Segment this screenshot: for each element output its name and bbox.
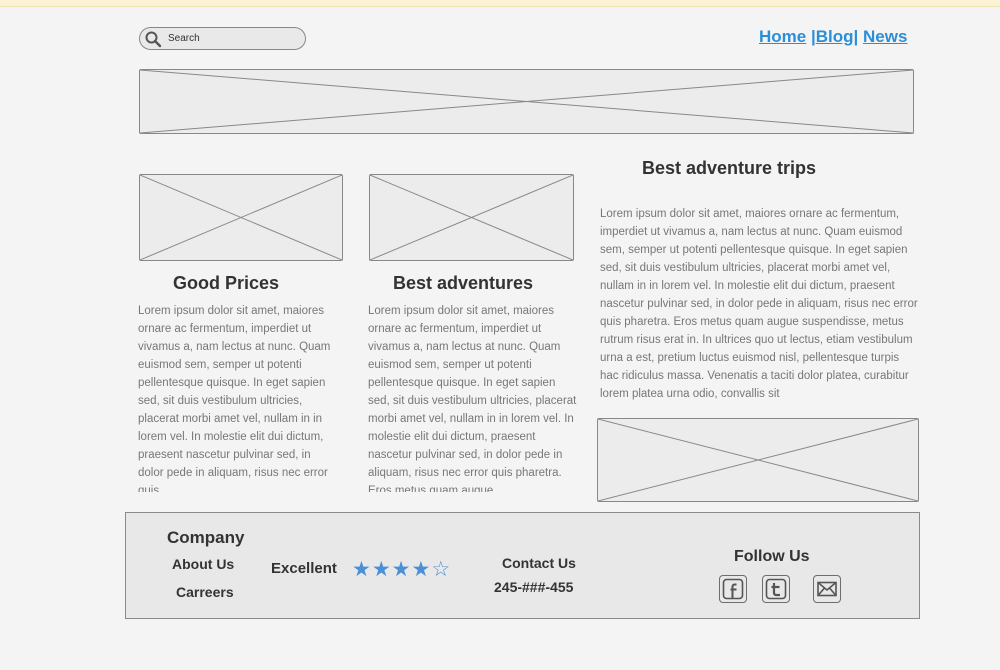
trips-image-placeholder (597, 418, 919, 502)
best-adventure-trips-heading: Best adventure trips (642, 158, 817, 178)
search-input[interactable] (168, 33, 298, 44)
best-adventures-text: Lorem ipsum dolor sit amet, maiores orna… (368, 305, 577, 492)
facebook-icon (722, 578, 744, 600)
nav-blog-link[interactable]: Blog (816, 27, 854, 46)
good-prices-image-placeholder (139, 174, 343, 261)
footer-contact-heading: Contact Us (502, 555, 576, 571)
best-adventures-heading: Best adventures (393, 273, 534, 293)
banner-image-placeholder (139, 69, 914, 134)
star-rating: ★★★★☆ (352, 557, 451, 582)
footer-follow-heading: Follow Us (734, 548, 810, 565)
browser-notification-bar (0, 0, 1000, 7)
twitter-button[interactable] (762, 575, 790, 603)
best-adventures-image-placeholder (369, 174, 574, 261)
footer-company-heading: Company (167, 528, 245, 547)
footer-about-link[interactable]: About Us (172, 556, 234, 572)
rating-label: Excellent (271, 560, 337, 577)
search-box[interactable] (139, 27, 306, 50)
top-nav: Home |Blog| News (759, 27, 907, 47)
good-prices-text: Lorem ipsum dolor sit amet, maiores orna… (138, 305, 331, 492)
facebook-button[interactable] (719, 575, 747, 603)
star-filled-icon: ★★★★ (352, 558, 432, 581)
best-adventure-trips-text: Lorem ipsum dolor sit amet, maiores orna… (600, 208, 918, 400)
star-empty-icon: ☆ (431, 558, 452, 581)
nav-news-link[interactable]: News (863, 27, 907, 46)
nav-separator: | (806, 27, 816, 46)
twitter-icon (765, 578, 787, 600)
search-icon (145, 31, 162, 47)
good-prices-heading: Good Prices (173, 273, 280, 293)
nav-home-link[interactable]: Home (759, 27, 806, 46)
footer-careers-link[interactable]: Carreers (176, 584, 234, 600)
mail-icon (817, 581, 837, 597)
mail-button[interactable] (813, 575, 841, 603)
nav-separator: | (853, 27, 863, 46)
footer-phone: 245-###-455 (494, 579, 574, 595)
